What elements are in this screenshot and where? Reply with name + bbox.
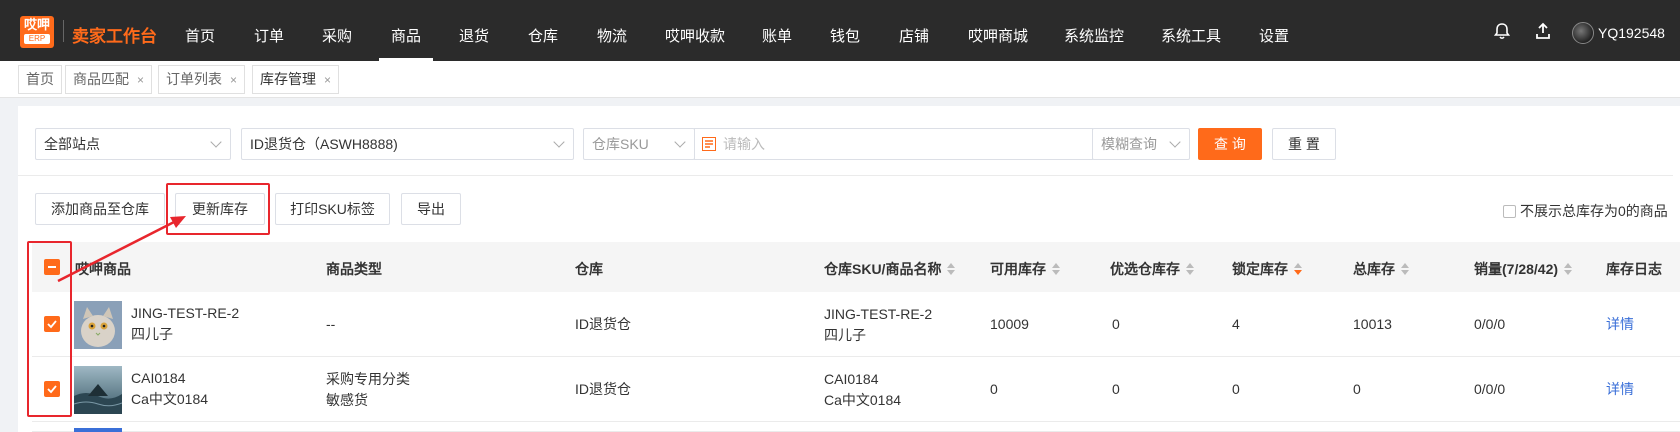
annotation-arrow [57,216,186,283]
